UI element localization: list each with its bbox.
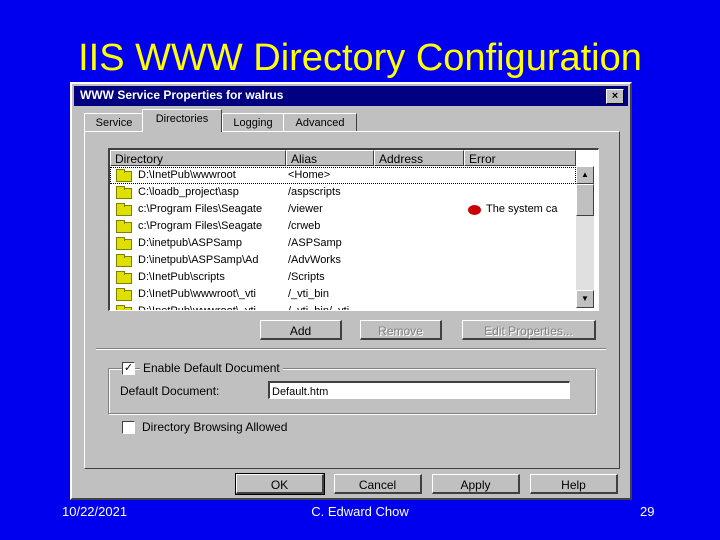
table-row[interactable]: c:\Program Files\Seagate /crweb — [110, 218, 576, 235]
alias-cell: /_vti_bin — [288, 288, 329, 300]
properties-dialog: WWW Service Properties for walrus × Serv… — [70, 82, 632, 500]
enable-default-document-label: Enable Default Document — [140, 361, 283, 375]
tab-logging[interactable]: Logging — [222, 113, 284, 132]
dialog-title: WWW Service Properties for walrus — [80, 88, 284, 102]
ok-button[interactable]: OK — [235, 473, 325, 495]
table-row[interactable]: c:\Program Files\Seagate /viewer The sys… — [110, 201, 576, 218]
folder-icon — [116, 271, 132, 284]
alias-cell: /aspscripts — [288, 186, 341, 198]
close-icon[interactable]: × — [606, 89, 624, 104]
folder-icon — [116, 305, 132, 310]
directory-cell: c:\Program Files\Seagate — [138, 220, 263, 232]
edit-properties-button[interactable]: Edit Properties... — [462, 320, 596, 340]
footer-author: C. Edward Chow — [311, 504, 409, 519]
alias-cell: /AdvWorks — [288, 254, 341, 266]
table-row[interactable]: C:\loadb_project\asp /aspscripts — [110, 184, 576, 201]
default-document-label: Default Document: — [120, 384, 220, 398]
table-row[interactable]: D:\InetPub\wwwroot\_vti /_vti_bin — [110, 286, 576, 303]
column-header-address[interactable]: Address — [374, 150, 464, 166]
enable-default-document-checkbox[interactable]: ✓ — [122, 362, 135, 375]
remove-button[interactable]: Remove — [360, 320, 442, 340]
column-header-alias[interactable]: Alias — [286, 150, 374, 166]
divider — [96, 348, 606, 350]
alias-cell: /viewer — [288, 203, 323, 215]
table-row[interactable]: D:\InetPub\wwwroot\_vti /_vti_bin/_vti — [110, 303, 576, 311]
tab-service[interactable]: Service — [84, 113, 144, 132]
add-button[interactable]: Add — [260, 320, 342, 340]
directory-cell: c:\Program Files\Seagate — [138, 203, 263, 215]
directory-browsing-label: Directory Browsing Allowed — [142, 420, 288, 434]
home-folder-icon — [116, 169, 132, 182]
alias-cell: <Home> — [288, 169, 331, 181]
directory-cell: D:\inetpub\ASPSamp\Ad — [138, 254, 259, 266]
directory-cell: D:\InetPub\wwwroot\_vti — [138, 288, 256, 300]
column-header-error[interactable]: Error — [464, 150, 576, 166]
alias-cell: /_vti_bin/_vti — [288, 305, 350, 311]
folder-icon — [116, 254, 132, 267]
table-row[interactable]: D:\InetPub\wwwroot <Home> — [110, 167, 576, 184]
default-document-field[interactable]: Default.htm — [268, 381, 570, 399]
alias-cell: /ASPSamp — [288, 237, 342, 249]
apply-button[interactable]: Apply — [432, 474, 520, 494]
folder-icon — [116, 220, 132, 233]
scroll-up-icon[interactable]: ▲ — [576, 166, 594, 184]
folder-icon — [116, 237, 132, 250]
error-icon — [468, 205, 481, 215]
cancel-button[interactable]: Cancel — [334, 474, 422, 494]
slide-title: IIS WWW Directory Configuration — [78, 37, 642, 79]
directory-cell: C:\loadb_project\asp — [138, 186, 239, 198]
directory-list[interactable]: Directory Alias Address Error D:\InetPub… — [108, 148, 599, 311]
table-row[interactable]: D:\inetpub\ASPSamp /ASPSamp — [110, 235, 576, 252]
page-number: 29 — [640, 504, 655, 519]
alias-cell: /crweb — [288, 220, 321, 232]
folder-icon — [116, 203, 132, 216]
scroll-thumb[interactable] — [576, 184, 594, 216]
directory-cell: D:\InetPub\scripts — [138, 271, 225, 283]
dialog-titlebar[interactable]: WWW Service Properties for walrus × — [74, 86, 628, 106]
directory-browsing-checkbox[interactable] — [122, 421, 135, 434]
list-scrollbar[interactable]: ▲ ▼ — [576, 166, 594, 308]
tab-directories[interactable]: Directories — [142, 109, 222, 132]
folder-icon — [116, 186, 132, 199]
directory-cell: D:\inetpub\ASPSamp — [138, 237, 242, 249]
help-button[interactable]: Help — [530, 474, 618, 494]
error-cell: The system ca — [486, 203, 558, 215]
directory-cell: D:\InetPub\wwwroot\_vti — [138, 305, 256, 311]
table-row[interactable]: D:\InetPub\scripts /Scripts — [110, 269, 576, 286]
directory-cell: D:\InetPub\wwwroot — [138, 169, 236, 181]
column-header-directory[interactable]: Directory — [110, 150, 286, 166]
list-header: Directory Alias Address Error — [110, 150, 576, 166]
scroll-down-icon[interactable]: ▼ — [576, 290, 594, 308]
alias-cell: /Scripts — [288, 271, 325, 283]
folder-icon — [116, 288, 132, 301]
table-row[interactable]: D:\inetpub\ASPSamp\Ad /AdvWorks — [110, 252, 576, 269]
tab-advanced[interactable]: Advanced — [283, 113, 357, 132]
